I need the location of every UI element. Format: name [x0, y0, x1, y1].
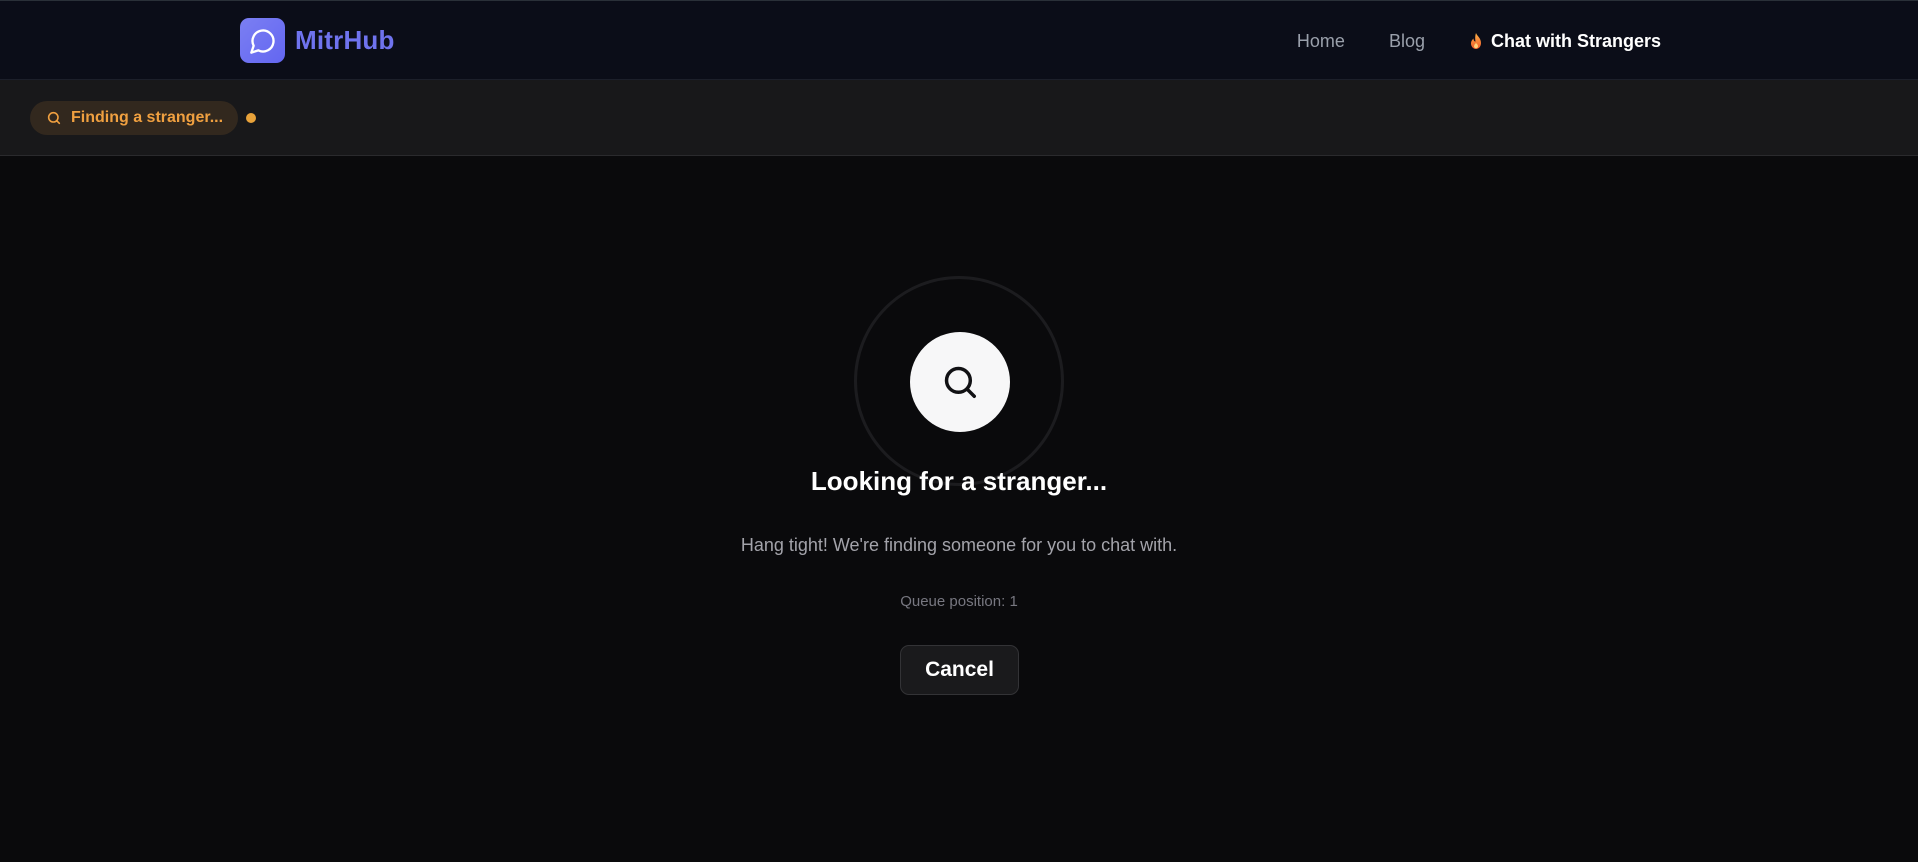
status-label: Finding a stranger...	[71, 109, 224, 126]
nav-link-blog[interactable]: Blog	[1389, 31, 1425, 52]
nav-link-chat-label: Chat with Strangers	[1490, 30, 1661, 51]
top-navbar: MitrHub Home Blog Chat with Strangers	[0, 0, 1918, 80]
cancel-button[interactable]: Cancel	[900, 645, 1019, 695]
chat-bubble-icon	[240, 18, 285, 63]
status-badge: Finding a stranger...	[30, 101, 239, 135]
page-title: Looking for a stranger...	[810, 466, 1108, 496]
nav-link-home[interactable]: Home	[1297, 31, 1345, 52]
search-icon	[910, 332, 1010, 432]
status-bar: Finding a stranger...	[0, 80, 1918, 156]
nav-links: Home Blog Chat with Strangers	[1253, 1, 1661, 81]
search-icon	[46, 110, 62, 126]
queue-position: Queue position: 1	[900, 593, 1018, 610]
brand-link[interactable]: MitrHub	[240, 18, 395, 63]
page-subtitle: Hang tight! We're finding someone for yo…	[740, 535, 1178, 555]
brand-name: MitrHub	[295, 25, 395, 55]
flame-icon	[1469, 32, 1483, 50]
nav-link-chat-with-strangers[interactable]: Chat with Strangers	[1469, 31, 1661, 52]
status-indicator-dot	[246, 113, 256, 123]
